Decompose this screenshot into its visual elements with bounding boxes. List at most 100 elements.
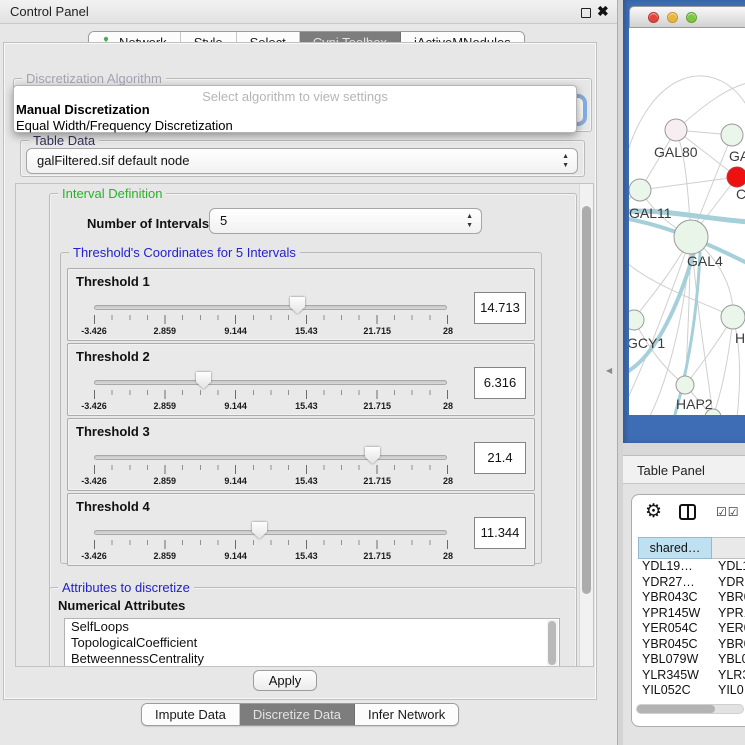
close-traffic-light-icon[interactable] bbox=[648, 12, 659, 23]
gear-icon[interactable]: ⚙ bbox=[645, 500, 662, 523]
table-row[interactable]: YBR045CYBR0 bbox=[638, 637, 745, 653]
select-columns-checkbox-icons[interactable]: ☑☑ bbox=[716, 505, 740, 519]
table-row[interactable]: YBL079WYBL0 bbox=[638, 652, 745, 668]
threshold-4-label: Threshold 4 bbox=[76, 499, 150, 514]
scale-label: -3.426 bbox=[81, 401, 107, 411]
node-right-h[interactable] bbox=[721, 305, 745, 329]
scale-label: -3.426 bbox=[81, 326, 107, 336]
scale-label: 21.715 bbox=[363, 551, 391, 561]
minimize-traffic-light-icon[interactable] bbox=[667, 12, 678, 23]
threshold-4-value-field[interactable]: 11.344 bbox=[474, 517, 526, 549]
tab-infer-network[interactable]: Infer Network bbox=[355, 704, 458, 725]
node-table: shared… na YDL19…YDL1 YDR27…YDR2 YBR043C… bbox=[638, 537, 745, 726]
threshold-4-slider-track[interactable] bbox=[94, 530, 447, 535]
scale-label: 28 bbox=[443, 401, 453, 411]
numerical-attributes-label: Numerical Attributes bbox=[58, 598, 185, 613]
scale-label: 28 bbox=[443, 476, 453, 486]
node-label-gal11: GAL11 bbox=[629, 205, 672, 221]
control-panel-titlebar: Control Panel ✖ bbox=[0, 0, 617, 24]
list-item[interactable]: BetweennessCentrality bbox=[65, 651, 559, 667]
node-label-partial-h: H bbox=[735, 330, 745, 346]
table-row[interactable]: YIL052CYIL0 bbox=[638, 683, 745, 699]
node-gal4[interactable] bbox=[674, 220, 708, 254]
scrollbar-thumb[interactable] bbox=[582, 206, 591, 594]
bottom-tab-bar: Impute Data Discretize Data Infer Networ… bbox=[141, 703, 459, 726]
numerical-attributes-list[interactable]: SelfLoops TopologicalCoefficient Between… bbox=[64, 618, 560, 667]
list-item[interactable]: TopologicalCoefficient bbox=[65, 635, 559, 651]
algorithm-option-equal-width[interactable]: Equal Width/Frequency Discretization bbox=[16, 118, 233, 133]
node-top-right[interactable] bbox=[721, 124, 743, 146]
number-of-intervals-combobox[interactable]: 5 ▲▼ bbox=[209, 208, 482, 234]
network-graph: GAL80 GA C GAL11 GAL4 GCY1 H HAP2 bbox=[629, 28, 745, 415]
control-panel-title: Control Panel bbox=[10, 4, 89, 19]
column-header-name[interactable]: na bbox=[712, 537, 745, 559]
threshold-2-scale: -3.426 2.859 9.144 15.43 21.715 28 bbox=[94, 390, 448, 414]
settings-vertical-scrollbar[interactable] bbox=[579, 184, 593, 666]
attributes-group-title: Attributes to discretize bbox=[58, 580, 194, 595]
node-label-gcy1: GCY1 bbox=[629, 335, 665, 351]
table-row[interactable]: YER054CYER0 bbox=[638, 621, 745, 637]
scale-label: 15.43 bbox=[295, 401, 318, 411]
table-row[interactable]: YPR145WYPR1 bbox=[638, 606, 745, 622]
node-hap2[interactable] bbox=[676, 376, 694, 394]
table-rows: YDL19…YDL1 YDR27…YDR2 YBR043CYBR0 YPR145… bbox=[638, 559, 745, 700]
algorithm-dropdown-popup: Select algorithm to view settings Manual… bbox=[13, 85, 577, 133]
table-row[interactable]: YBR043CYBR0 bbox=[638, 590, 745, 606]
threshold-2-slider-track[interactable] bbox=[94, 380, 447, 385]
interval-definition-title: Interval Definition bbox=[58, 186, 166, 201]
tab-impute-data[interactable]: Impute Data bbox=[142, 704, 240, 725]
float-window-icon[interactable] bbox=[581, 8, 591, 18]
table-row[interactable]: YDR27…YDR2 bbox=[638, 575, 745, 591]
split-columns-icon[interactable] bbox=[679, 504, 696, 520]
algorithm-option-manual[interactable]: Manual Discretization bbox=[16, 102, 150, 117]
node-red-selected[interactable] bbox=[727, 167, 745, 187]
scale-label: 9.144 bbox=[224, 476, 247, 486]
node-gcy1[interactable] bbox=[629, 310, 644, 330]
node-label-hap2: HAP2 bbox=[676, 396, 713, 412]
node-label-gal4: GAL4 bbox=[687, 253, 723, 269]
close-icon[interactable]: ✖ bbox=[597, 3, 609, 20]
major-ticks bbox=[94, 540, 448, 549]
threshold-2-value-field[interactable]: 6.316 bbox=[474, 367, 526, 399]
scale-label: 9.144 bbox=[224, 401, 247, 411]
table-data-group-title: Table Data bbox=[29, 133, 99, 148]
node-gal11[interactable] bbox=[629, 179, 651, 201]
threshold-3-slider-track[interactable] bbox=[94, 455, 447, 460]
node-gal80[interactable] bbox=[665, 119, 687, 141]
zoom-traffic-light-icon[interactable] bbox=[686, 12, 697, 23]
threshold-3-value-field[interactable]: 21.4 bbox=[474, 442, 526, 474]
column-header-shared-name[interactable]: shared… bbox=[638, 537, 712, 559]
thresholds-group-title: Threshold's Coordinates for 5 Intervals bbox=[69, 245, 300, 260]
table-row[interactable]: YLR345WYLR3 bbox=[638, 668, 745, 684]
threshold-3-scale: -3.426 2.859 9.144 15.43 21.715 28 bbox=[94, 465, 448, 489]
table-header-row: shared… na bbox=[638, 537, 745, 559]
table-panel-header: Table Panel bbox=[623, 455, 745, 484]
threshold-1-slider-thumb[interactable] bbox=[290, 297, 305, 314]
thresholds-group: Threshold's Coordinates for 5 Intervals … bbox=[60, 252, 542, 564]
threshold-1-label: Threshold 1 bbox=[76, 274, 150, 289]
table-panel-card: ⚙ ☑☑ shared… na YDL19…YDL1 YDR27…YDR2 YB… bbox=[631, 494, 745, 727]
threshold-3-slider-thumb[interactable] bbox=[365, 447, 380, 464]
list-item[interactable]: SelfLoops bbox=[65, 619, 559, 635]
table-data-combobox[interactable]: galFiltered.sif default node ▲▼ bbox=[26, 148, 578, 174]
panel-divider-collapse-icon[interactable]: ◀ bbox=[606, 366, 612, 375]
scale-label: 9.144 bbox=[224, 551, 247, 561]
apply-button[interactable]: Apply bbox=[253, 670, 317, 691]
list-scrollbar[interactable] bbox=[547, 620, 558, 667]
threshold-1-value-field[interactable]: 14.713 bbox=[474, 292, 526, 324]
threshold-1-slider-track[interactable] bbox=[94, 305, 447, 310]
scale-label: 2.859 bbox=[154, 401, 177, 411]
table-row[interactable]: YDL19…YDL1 bbox=[638, 559, 745, 575]
threshold-2-slider-thumb[interactable] bbox=[196, 372, 211, 389]
number-of-intervals-value: 5 bbox=[220, 213, 227, 228]
table-horizontal-scrollbar[interactable] bbox=[636, 704, 744, 714]
network-canvas[interactable]: GAL80 GA C GAL11 GAL4 GCY1 H HAP2 bbox=[629, 28, 745, 415]
control-panel-window: Control Panel ✖ Network Style Select Cyn… bbox=[0, 0, 618, 745]
network-window-titlebar[interactable] bbox=[629, 6, 745, 28]
major-ticks bbox=[94, 315, 448, 324]
table-panel-title: Table Panel bbox=[637, 463, 705, 478]
tab-discretize-data[interactable]: Discretize Data bbox=[240, 704, 355, 725]
threshold-3-label: Threshold 3 bbox=[76, 424, 150, 439]
major-ticks bbox=[94, 390, 448, 399]
threshold-4-slider-thumb[interactable] bbox=[252, 522, 267, 539]
